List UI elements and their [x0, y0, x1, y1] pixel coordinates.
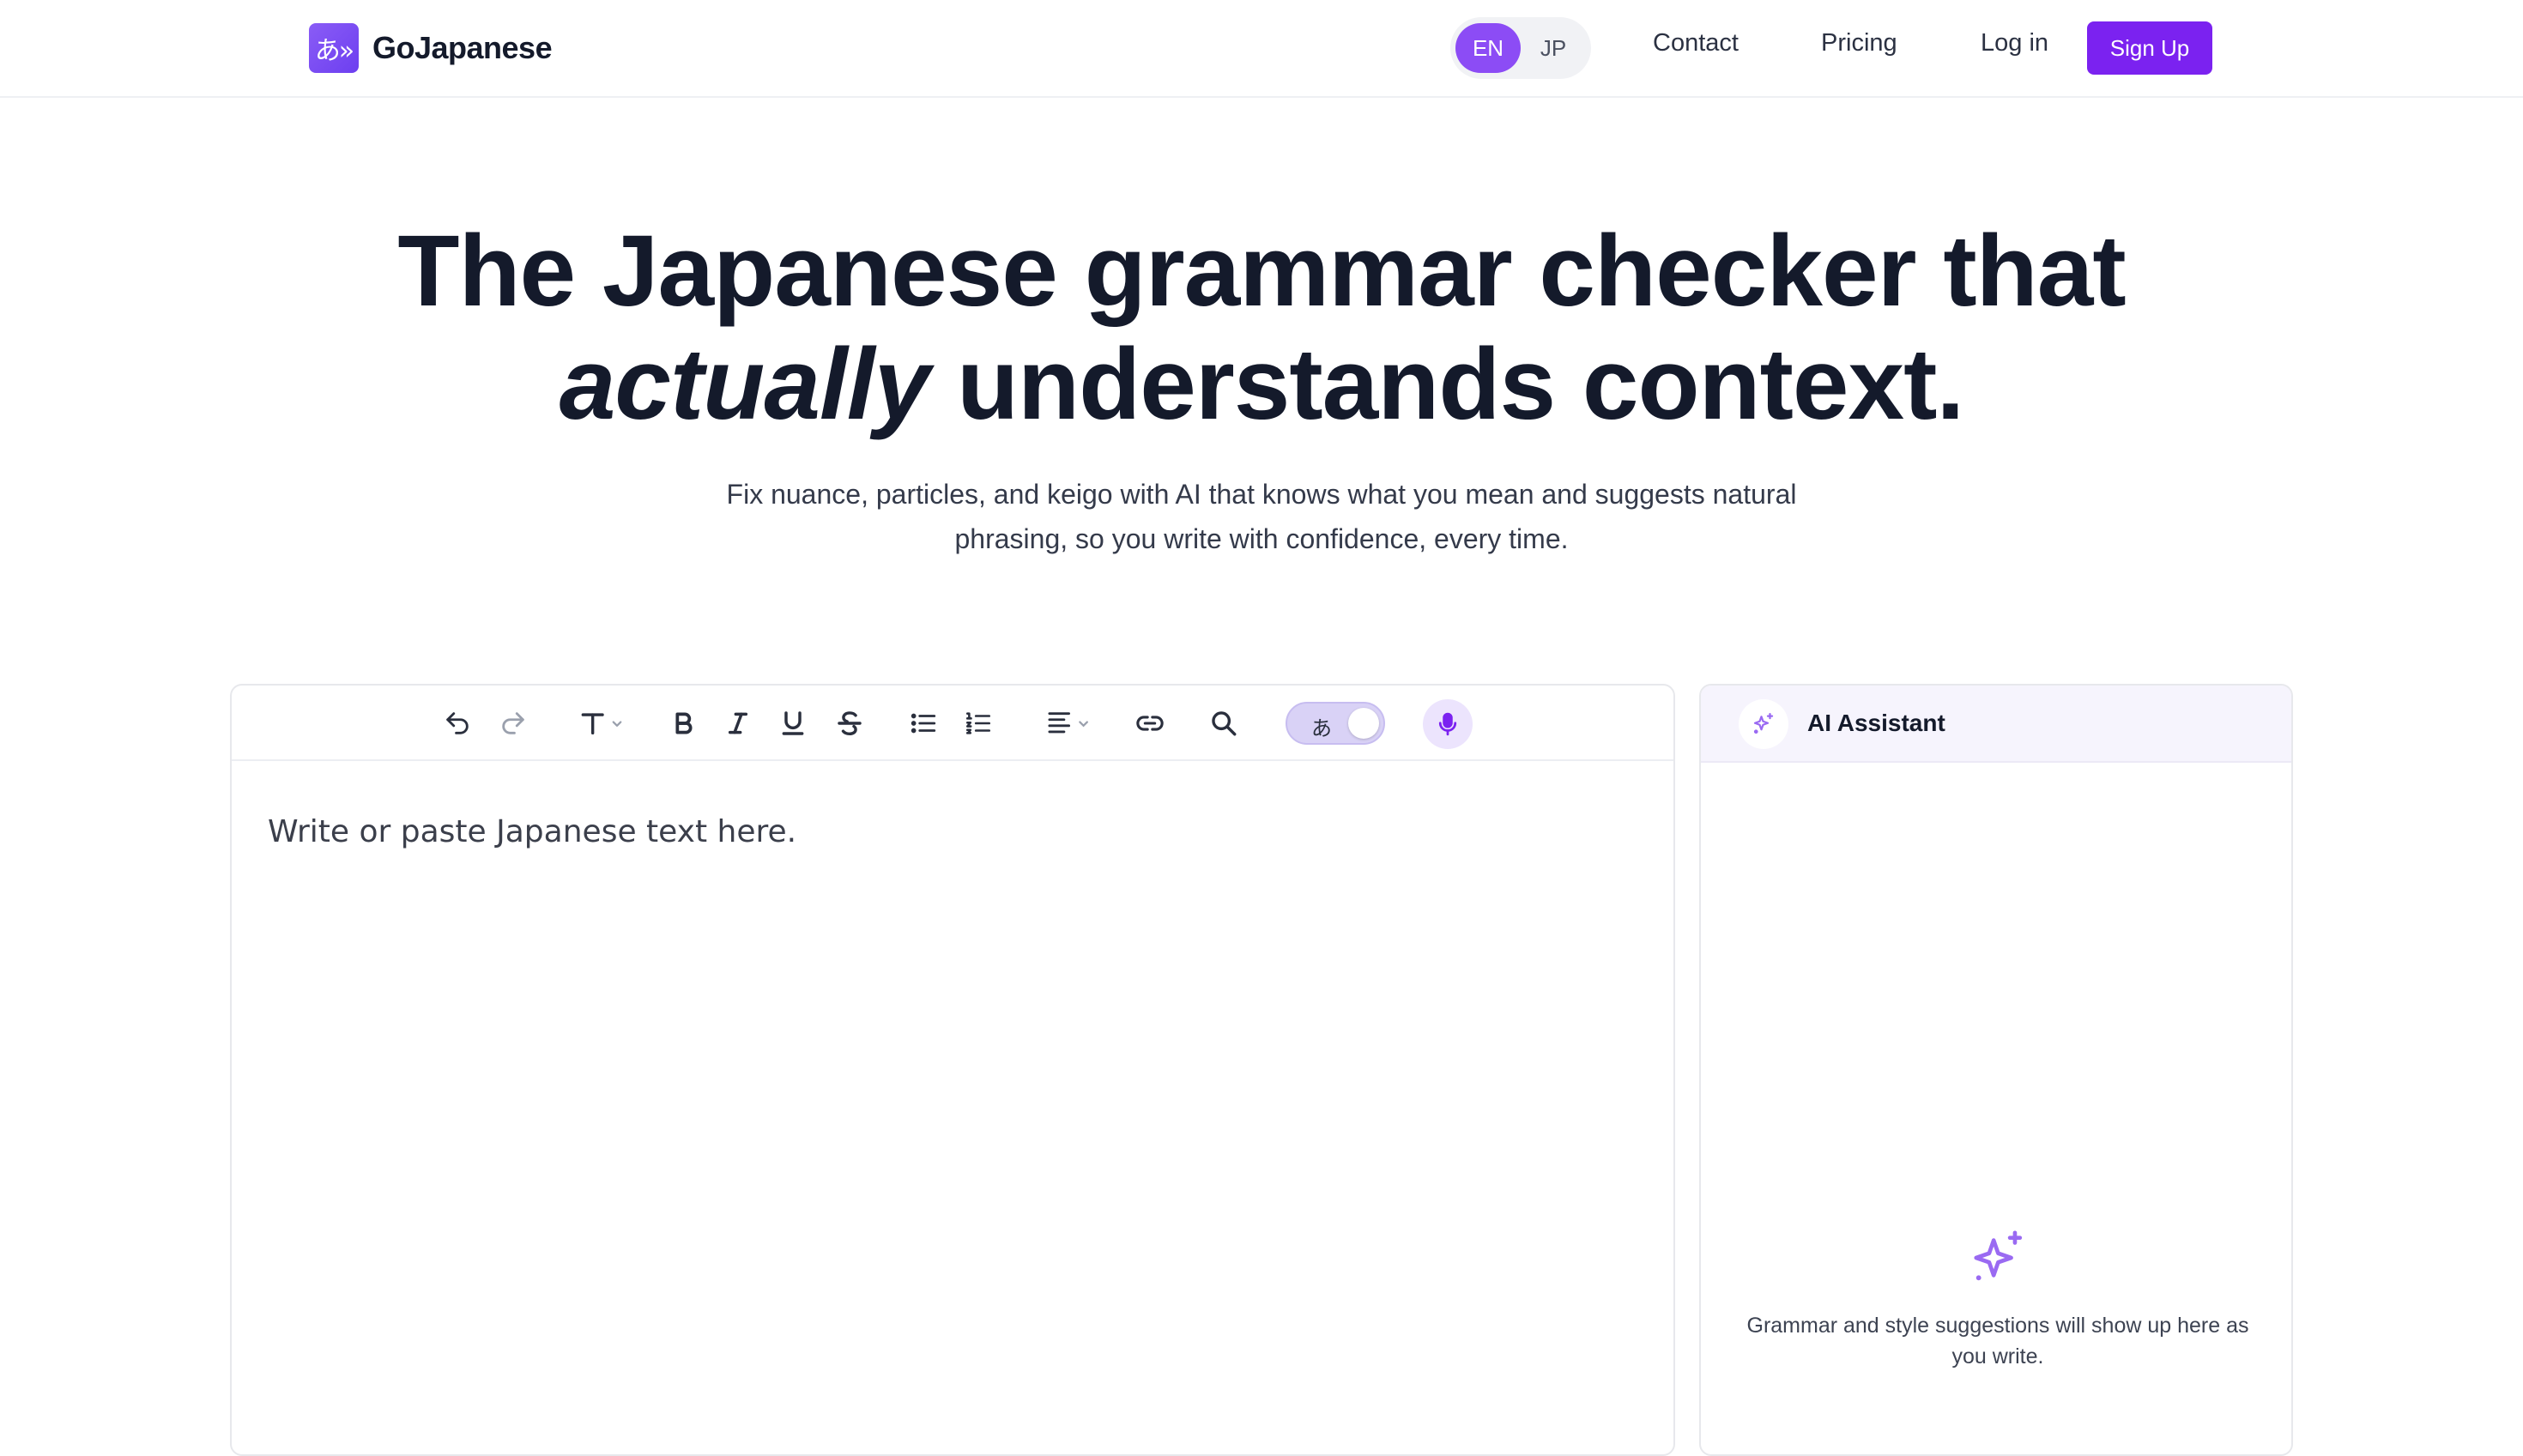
brand-link[interactable]: あ» GoJapanese: [309, 23, 553, 73]
microphone-icon: [1438, 712, 1457, 736]
ime-hiragana-icon: あ: [1311, 716, 1332, 740]
top-navbar: あ» GoJapanese EN JP Contact Pricing Log …: [0, 0, 2523, 98]
editor-placeholder: Write or paste Japanese text here.: [268, 814, 797, 849]
numbered-list-icon[interactable]: [959, 704, 997, 742]
search-icon[interactable]: [1205, 704, 1243, 742]
ai-assistant-header: AI Assistant: [1701, 686, 2291, 763]
ime-toggle-knob: [1348, 708, 1379, 739]
hero-subtitle-line1: Fix nuance, particles, and keigo with AI…: [726, 479, 1797, 510]
login-link[interactable]: Log in: [1981, 29, 2048, 57]
ime-toggle[interactable]: あ: [1286, 702, 1385, 745]
brand-name: GoJapanese: [372, 30, 553, 65]
align-icon[interactable]: [1042, 704, 1098, 742]
language-switcher: EN JP: [1450, 17, 1591, 79]
sparkle-icon: [1739, 699, 1788, 749]
underline-icon[interactable]: [774, 704, 812, 742]
sparkle-large-icon: [1969, 1228, 2029, 1288]
hero-title-line2-rest: understands context.: [929, 328, 1964, 441]
ai-empty-state-text: Grammar and style suggestions will show …: [1746, 1314, 2249, 1368]
bullet-list-icon[interactable]: [905, 704, 942, 742]
ai-assistant-panel: AI Assistant Grammar and style suggestio…: [1699, 684, 2293, 1456]
strikethrough-icon[interactable]: [831, 704, 868, 742]
microphone-button[interactable]: [1423, 699, 1473, 749]
bold-icon[interactable]: [664, 704, 702, 742]
text-editor: あ Write or paste Japanese text here.: [230, 684, 1675, 1456]
brand-logo-icon: あ»: [309, 23, 359, 73]
lang-en-button[interactable]: EN: [1455, 23, 1521, 73]
text-style-icon[interactable]: [575, 704, 630, 742]
hero-title-line2: actually understands context.: [0, 328, 2523, 441]
editor-toolbar: あ: [232, 686, 1673, 761]
lang-jp-button[interactable]: JP: [1521, 23, 1586, 73]
hero-subtitle: Fix nuance, particles, and keigo with AI…: [661, 472, 1862, 561]
pricing-link[interactable]: Pricing: [1821, 29, 1897, 57]
link-icon[interactable]: [1131, 704, 1169, 742]
italic-icon[interactable]: [719, 704, 757, 742]
undo-icon[interactable]: [439, 704, 476, 742]
hero-title-line1: The Japanese grammar checker that: [397, 214, 2126, 328]
contact-link[interactable]: Contact: [1653, 29, 1739, 57]
ai-assistant-title: AI Assistant: [1807, 710, 1945, 736]
signup-button[interactable]: Sign Up: [2087, 21, 2212, 75]
editor-text-area[interactable]: Write or paste Japanese text here.: [268, 814, 1632, 1415]
hero-title-emphasis: actually: [559, 328, 930, 441]
hero-title: The Japanese grammar checker that actual…: [0, 214, 2523, 441]
hero-subtitle-line2: phrasing, so you write with confidence, …: [954, 523, 1569, 554]
redo-icon[interactable]: [494, 704, 532, 742]
